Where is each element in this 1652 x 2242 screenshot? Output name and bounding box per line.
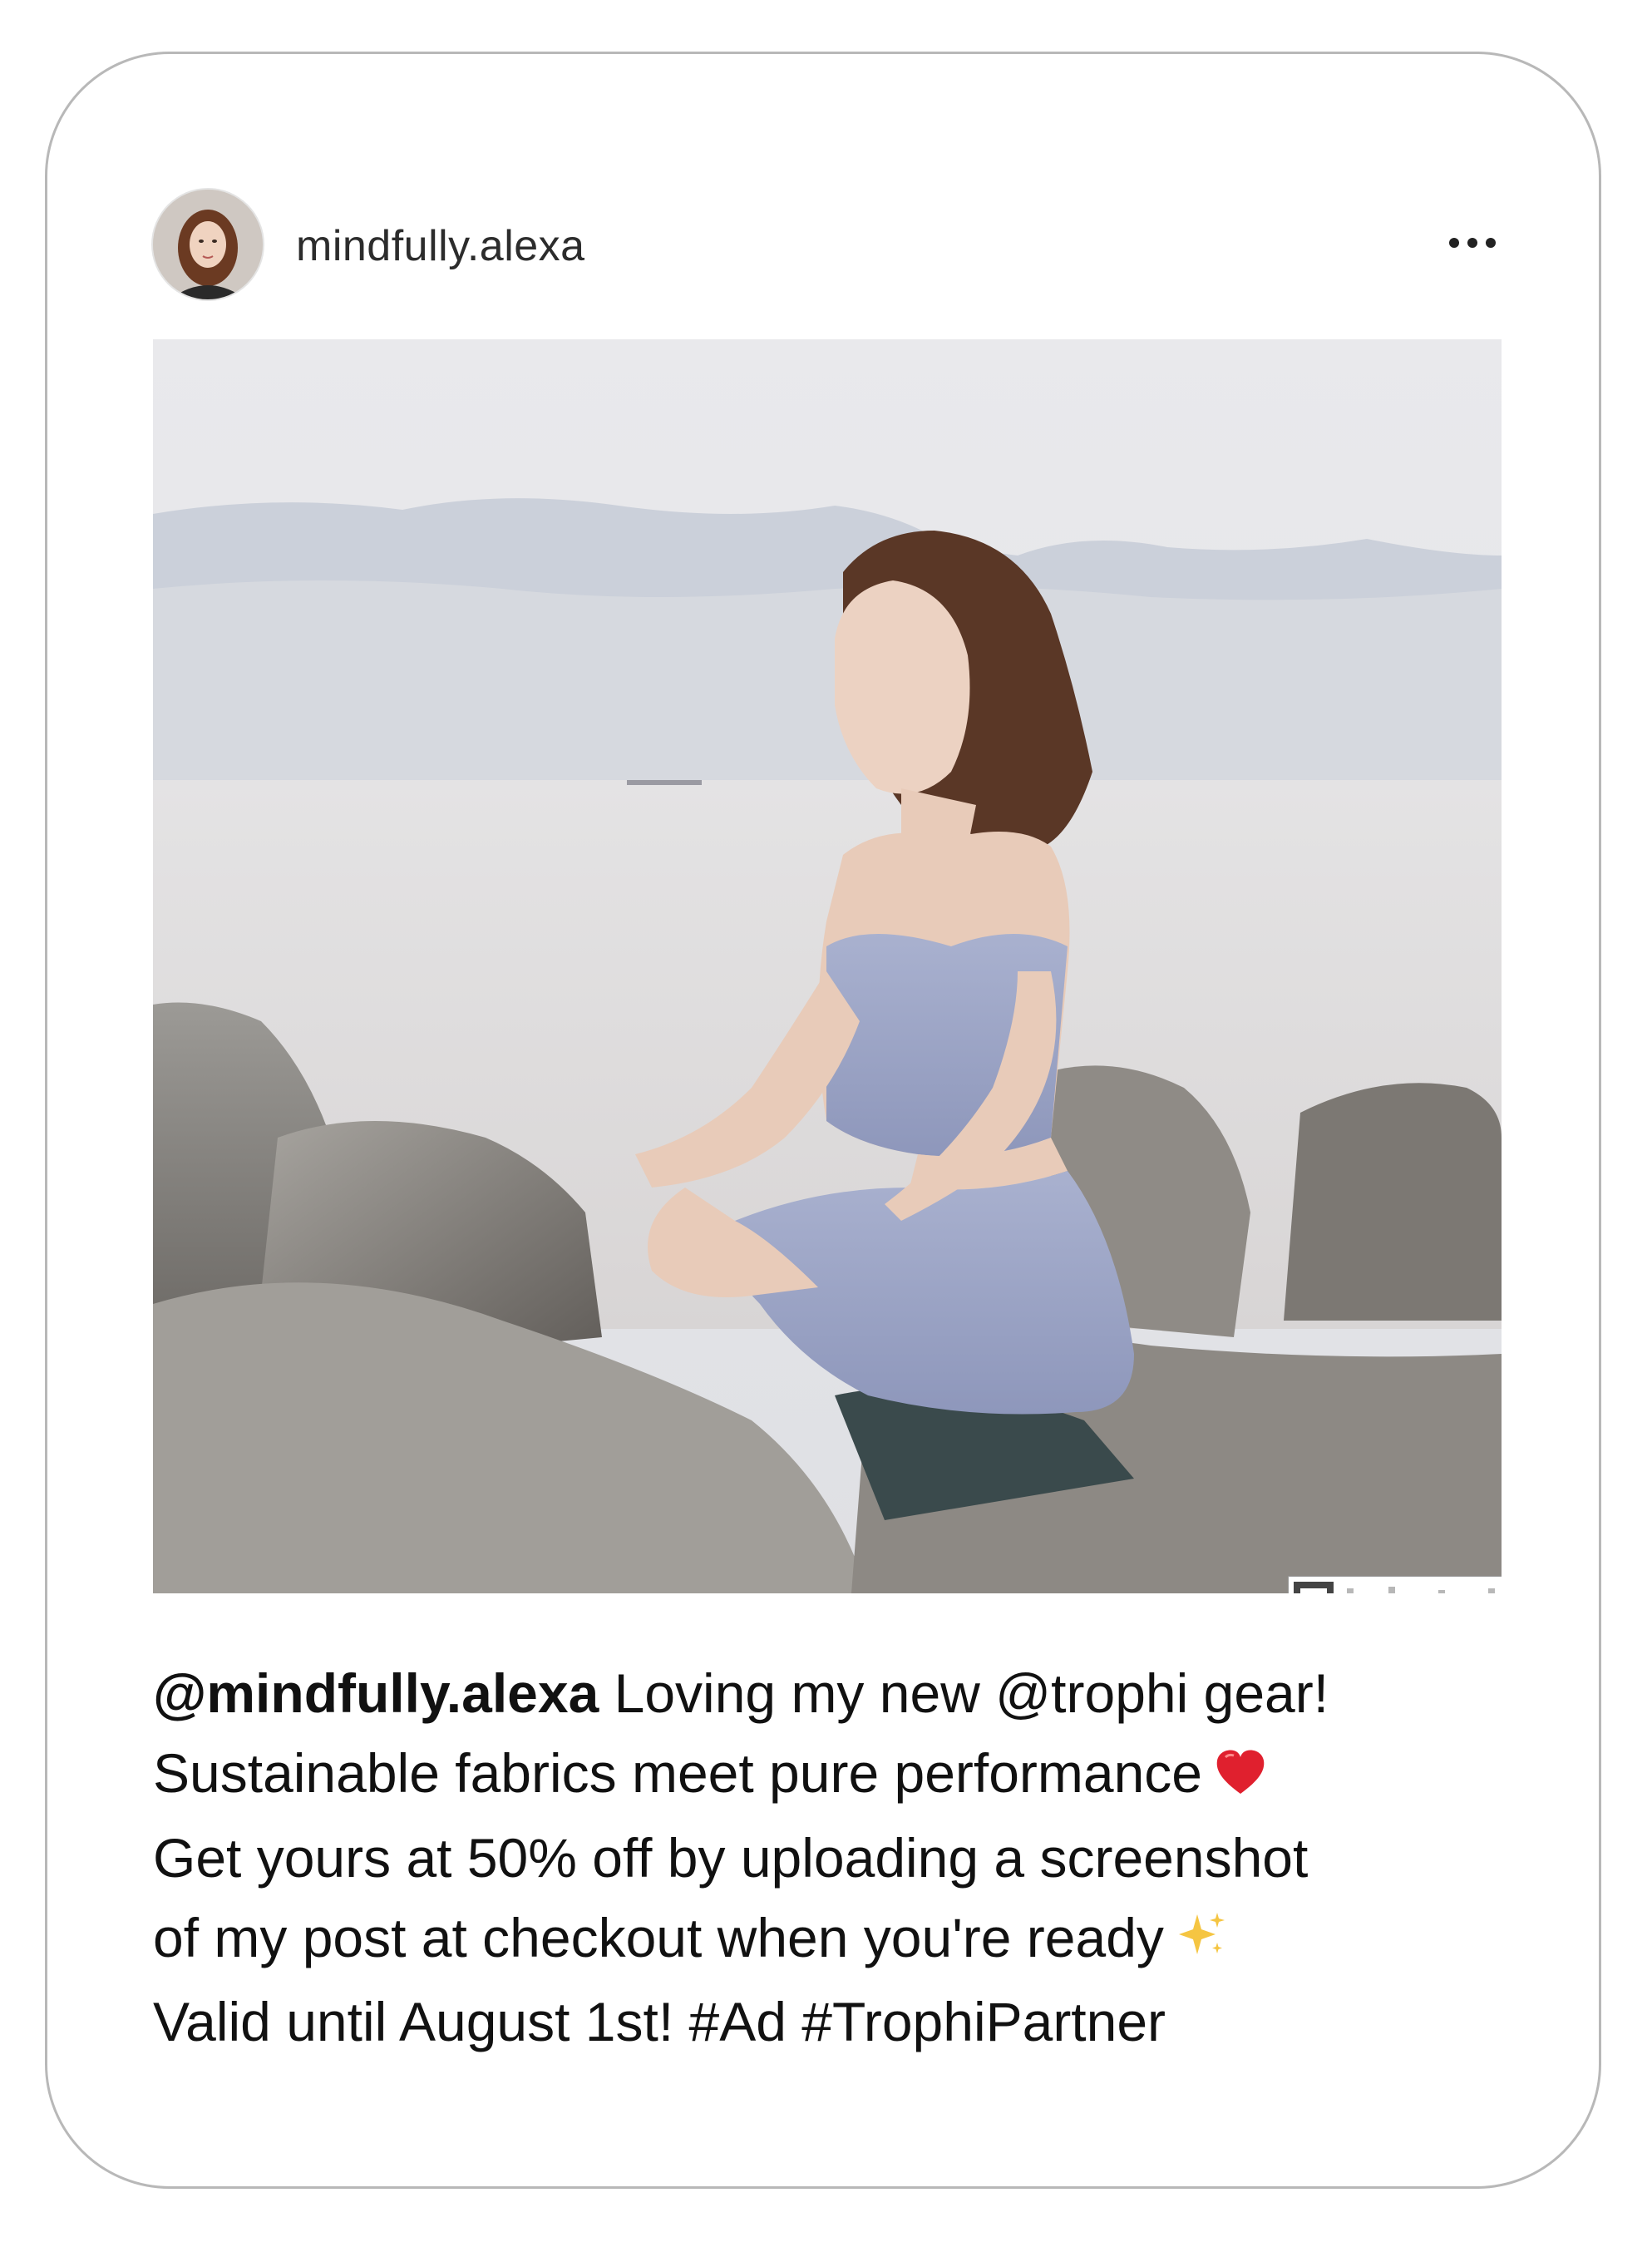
more-options-button[interactable] — [1443, 225, 1502, 261]
sparkles-emoji — [1176, 1902, 1229, 1982]
qr-code[interactable] — [1289, 1577, 1502, 1593]
heart-emoji — [1214, 1738, 1267, 1818]
post-username[interactable]: mindfully.alexa — [296, 221, 585, 271]
caption-line-1: @mindfully.alexa Loving my new @trophi g… — [153, 1662, 1329, 1724]
caption-handle[interactable]: @mindfully.alexa — [153, 1662, 599, 1724]
caption-line-3: Get yours at 50% off by uploading a scre… — [153, 1826, 1309, 1889]
ellipsis-icon — [1449, 238, 1496, 248]
avatar[interactable] — [153, 190, 263, 299]
caption-line-5: Valid until August 1st! #Ad #TrophiPartn… — [153, 1991, 1166, 2053]
post-header: mindfully.alexa — [153, 190, 1502, 303]
post-image[interactable] — [153, 339, 1502, 1593]
post-caption: @mindfully.alexa Loving my new @trophi g… — [153, 1653, 1533, 2062]
caption-line-4: of my post at checkout when you're ready — [153, 1898, 1533, 1983]
caption-line-2: Sustainable fabrics meet pure performanc… — [153, 1733, 1533, 1818]
